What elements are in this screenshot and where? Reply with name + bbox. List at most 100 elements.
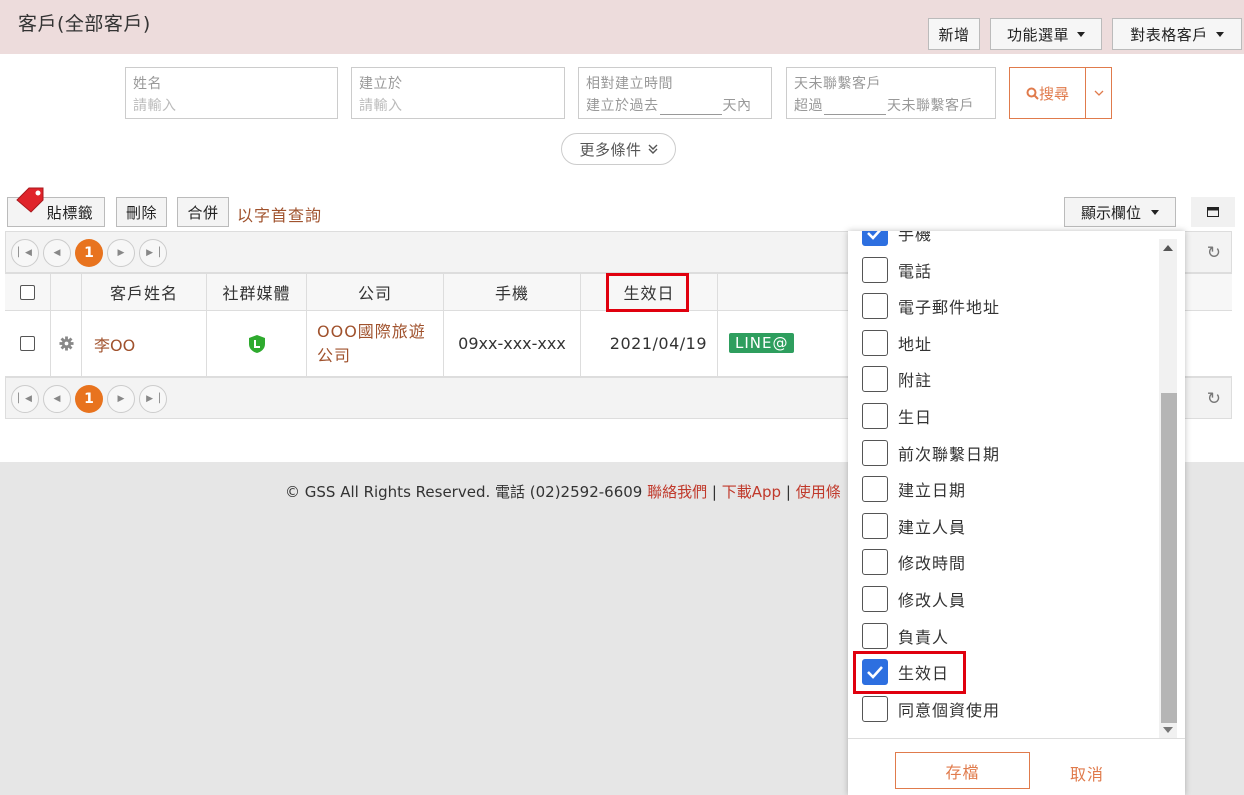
column-option[interactable]: 建立日期 [862,476,967,503]
checkbox-icon[interactable] [862,512,888,539]
header-select-all[interactable] [5,274,51,310]
add-button[interactable]: 新增 [928,18,980,50]
relative-created-prefix: 建立於過去 [586,98,659,114]
column-option-label: 手機 [898,231,933,244]
last-page-icon[interactable]: ▶▕ [139,385,167,413]
function-menu-button[interactable]: 功能選單 [990,18,1102,50]
column-option[interactable]: 電話 [862,256,933,283]
no-contact-field[interactable]: 天未聯繫客戶 超過 天未聯繫客戶 [786,67,996,119]
column-option[interactable]: 同意個資使用 [862,695,1000,722]
terms-link[interactable]: 使用條 [796,483,841,501]
column-header-company[interactable]: 公司 [307,274,444,310]
add-button-label: 新增 [938,25,970,44]
scrollbar-thumb[interactable] [1161,393,1177,723]
checkbox-icon[interactable] [862,476,888,503]
gear-icon[interactable] [58,336,74,351]
maximize-button[interactable] [1191,197,1235,227]
column-option-label: 建立人員 [898,517,967,537]
download-app-link[interactable]: 下載App [722,483,781,501]
search-dropdown-button[interactable] [1085,67,1112,119]
select-all-checkbox[interactable] [20,284,35,300]
column-option[interactable]: 負責人 [862,622,950,649]
no-contact-days-input[interactable] [824,101,886,115]
caret-down-icon [1215,31,1224,37]
column-header-social[interactable]: 社群媒體 [207,274,307,310]
first-page-icon[interactable]: ▏◀ [11,385,39,413]
search-icon [1026,87,1039,100]
created-at-search-field[interactable]: 建立於 請輸入 [351,67,565,119]
prev-page-icon[interactable]: ◀ [43,385,71,413]
checkbox-icon[interactable] [862,366,888,393]
customer-name-link[interactable]: 李OO [82,311,207,376]
contact-us-link[interactable]: 聯絡我們 [647,483,707,501]
company-line-2: 公司 [317,345,352,365]
column-option[interactable]: 附註 [862,366,932,393]
name-label: 姓名 [133,76,162,92]
show-columns-button[interactable]: 顯示欄位 [1064,197,1176,227]
merge-button[interactable]: 合併 [177,197,229,227]
checkbox-icon[interactable] [862,439,888,466]
refresh-icon[interactable]: ↻ [1207,243,1221,263]
refresh-icon[interactable]: ↻ [1207,389,1221,409]
column-option-label: 電話 [898,261,933,281]
column-header-mobile[interactable]: 手機 [444,274,581,310]
show-columns-panel: 手機電話電子郵件地址 地址附註生日前次聯繫日期建立日期建立人員修改時間修改人員負責… [848,231,1185,795]
next-page-icon[interactable]: ▶ [107,239,135,267]
columns-panel-footer: 存檔 取消 [848,738,1185,795]
company-link[interactable]: OOO國際旅遊 公司 [307,311,444,376]
checkbox-icon[interactable] [862,695,888,722]
checkbox-icon[interactable] [862,256,888,283]
cancel-button[interactable]: 取消 [1070,761,1104,785]
row-checkbox[interactable] [20,336,35,351]
checkbox-icon[interactable] [862,586,888,612]
checkbox-icon[interactable] [862,549,888,576]
checked-checkbox-icon[interactable] [862,231,888,246]
highlight-effective-date-header [606,273,689,312]
column-option-label: 負責人 [898,627,950,647]
created-at-label: 建立於 [359,76,403,92]
prev-page-icon[interactable]: ◀ [43,239,71,267]
delete-button[interactable]: 刪除 [116,197,167,227]
relative-created-suffix: 天內 [722,98,752,114]
columns-scrollbar[interactable] [1159,239,1177,738]
current-page[interactable]: 1 [75,239,103,267]
column-option[interactable]: 修改人員 [862,586,966,612]
checkbox-icon[interactable] [862,403,888,429]
last-page-icon[interactable]: ▶▕ [139,239,167,267]
line-shield-icon[interactable] [248,334,266,354]
line-badge: LINE@ [729,333,795,353]
column-option[interactable]: 手機 [862,231,932,246]
checkbox-icon[interactable] [862,329,888,356]
alpha-query-link[interactable]: 以字首查詢 [237,202,322,226]
column-option[interactable]: 地址 [862,329,932,356]
row-actions[interactable] [51,311,82,376]
caret-down-icon [1151,209,1159,215]
checkbox-icon[interactable] [862,293,888,320]
next-page-icon[interactable]: ▶ [107,385,135,413]
current-page[interactable]: 1 [75,385,103,413]
name-search-field[interactable]: 姓名 請輸入 [125,67,338,119]
row-select[interactable] [5,311,51,376]
column-option[interactable]: 修改時間 [862,549,966,576]
name-placeholder: 請輸入 [133,98,177,114]
column-option-label: 建立日期 [898,481,967,501]
tag-icon [16,187,44,213]
created-at-placeholder: 請輸入 [359,98,403,114]
column-option[interactable]: 生日 [862,403,932,429]
column-option[interactable]: 電子郵件地址 [862,293,1000,320]
search-button[interactable]: 搜尋 [1009,67,1086,119]
scroll-up-icon[interactable] [1163,245,1173,251]
column-option[interactable]: 建立人員 [862,512,967,539]
relative-created-field[interactable]: 相對建立時間 建立於過去 天內 [578,67,772,119]
column-option[interactable]: 前次聯繫日期 [862,439,1000,466]
merge-button-label: 合併 [187,203,219,222]
first-page-icon[interactable]: ▏◀ [11,239,39,267]
column-option-label: 修改人員 [898,591,967,610]
column-header-name[interactable]: 客戶姓名 [82,274,207,310]
more-conditions-button[interactable]: 更多條件 [561,133,676,165]
save-button[interactable]: 存檔 [895,752,1030,789]
checkbox-icon[interactable] [862,622,888,649]
scroll-down-icon[interactable] [1163,727,1173,733]
table-customers-button[interactable]: 對表格客戶 [1112,18,1242,50]
relative-days-input[interactable] [659,101,722,115]
